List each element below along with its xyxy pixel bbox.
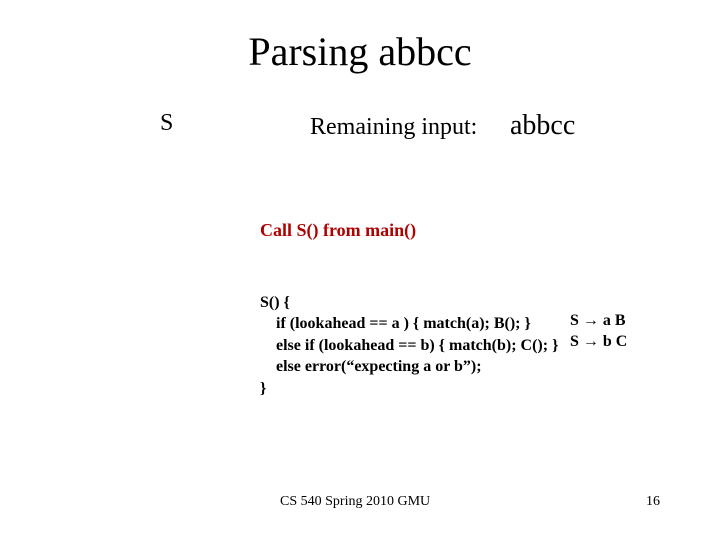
code-line: else error(“expecting a or b”);	[260, 358, 482, 375]
footer-course: CS 540 Spring 2010 GMU	[280, 494, 430, 510]
slide: Parsing abbcc S Remaining input: abbcc C…	[0, 0, 720, 540]
grammar-rule: S → b C	[570, 333, 627, 350]
footer-page-number: 16	[646, 494, 660, 510]
remaining-input-label: Remaining input:	[310, 114, 477, 141]
remaining-input-value: abbcc	[510, 110, 575, 142]
parse-tree-root: S	[160, 110, 173, 137]
code-line: S() {	[260, 294, 290, 311]
code-line: if (lookahead == a ) { match(a); B(); }	[260, 315, 531, 332]
code-block: S() { if (lookahead == a ) { match(a); B…	[260, 270, 558, 400]
code-line: else if (lookahead == b) { match(b); C()…	[260, 337, 558, 354]
call-statement: Call S() from main()	[260, 220, 416, 241]
code-line: }	[260, 380, 266, 397]
slide-title: Parsing abbcc	[0, 28, 720, 75]
grammar-rules: S → a B S → b C	[570, 288, 627, 353]
grammar-rule: S → a B	[570, 312, 626, 329]
